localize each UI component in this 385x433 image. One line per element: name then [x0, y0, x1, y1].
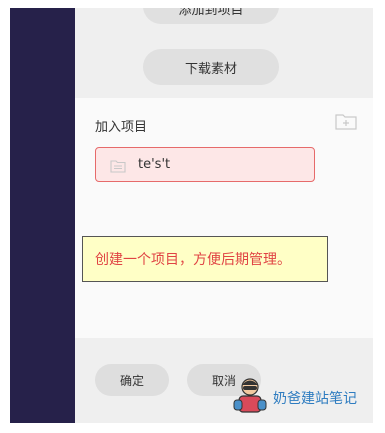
add-to-project-label: 添加到项目	[178, 8, 244, 18]
download-button-label: 下载素材	[184, 61, 237, 77]
watermark: 奶爸建站笔记	[231, 376, 357, 420]
actions-area: 添加到项目 下载素材	[75, 8, 373, 98]
tooltip: 创建一个项目，方便后期管理。	[82, 236, 328, 282]
add-folder-icon[interactable]	[335, 112, 357, 134]
folder-icon	[110, 158, 126, 173]
mascot-icon	[231, 376, 269, 420]
confirm-button[interactable]: 确定	[95, 364, 169, 396]
add-project-section: 加入项目 te's't	[75, 98, 373, 338]
add-to-project-button[interactable]: 添加到项目	[143, 8, 279, 24]
confirm-label: 确定	[119, 373, 144, 388]
project-panel: 添加到项目 下载素材 加入项目 te's't 确定 取消	[75, 8, 373, 423]
project-item[interactable]: te's't	[95, 147, 315, 182]
download-button[interactable]: 下载素材	[143, 49, 279, 85]
watermark-text: 奶爸建站笔记	[273, 391, 357, 407]
project-name: te's't	[138, 157, 171, 172]
dialog-frame: 添加到项目 下载素材 加入项目 te's't 确定 取消	[10, 8, 373, 423]
tooltip-text: 创建一个项目，方便后期管理。	[95, 252, 291, 268]
sidebar	[10, 8, 75, 423]
add-project-label: 加入项目	[95, 120, 148, 135]
